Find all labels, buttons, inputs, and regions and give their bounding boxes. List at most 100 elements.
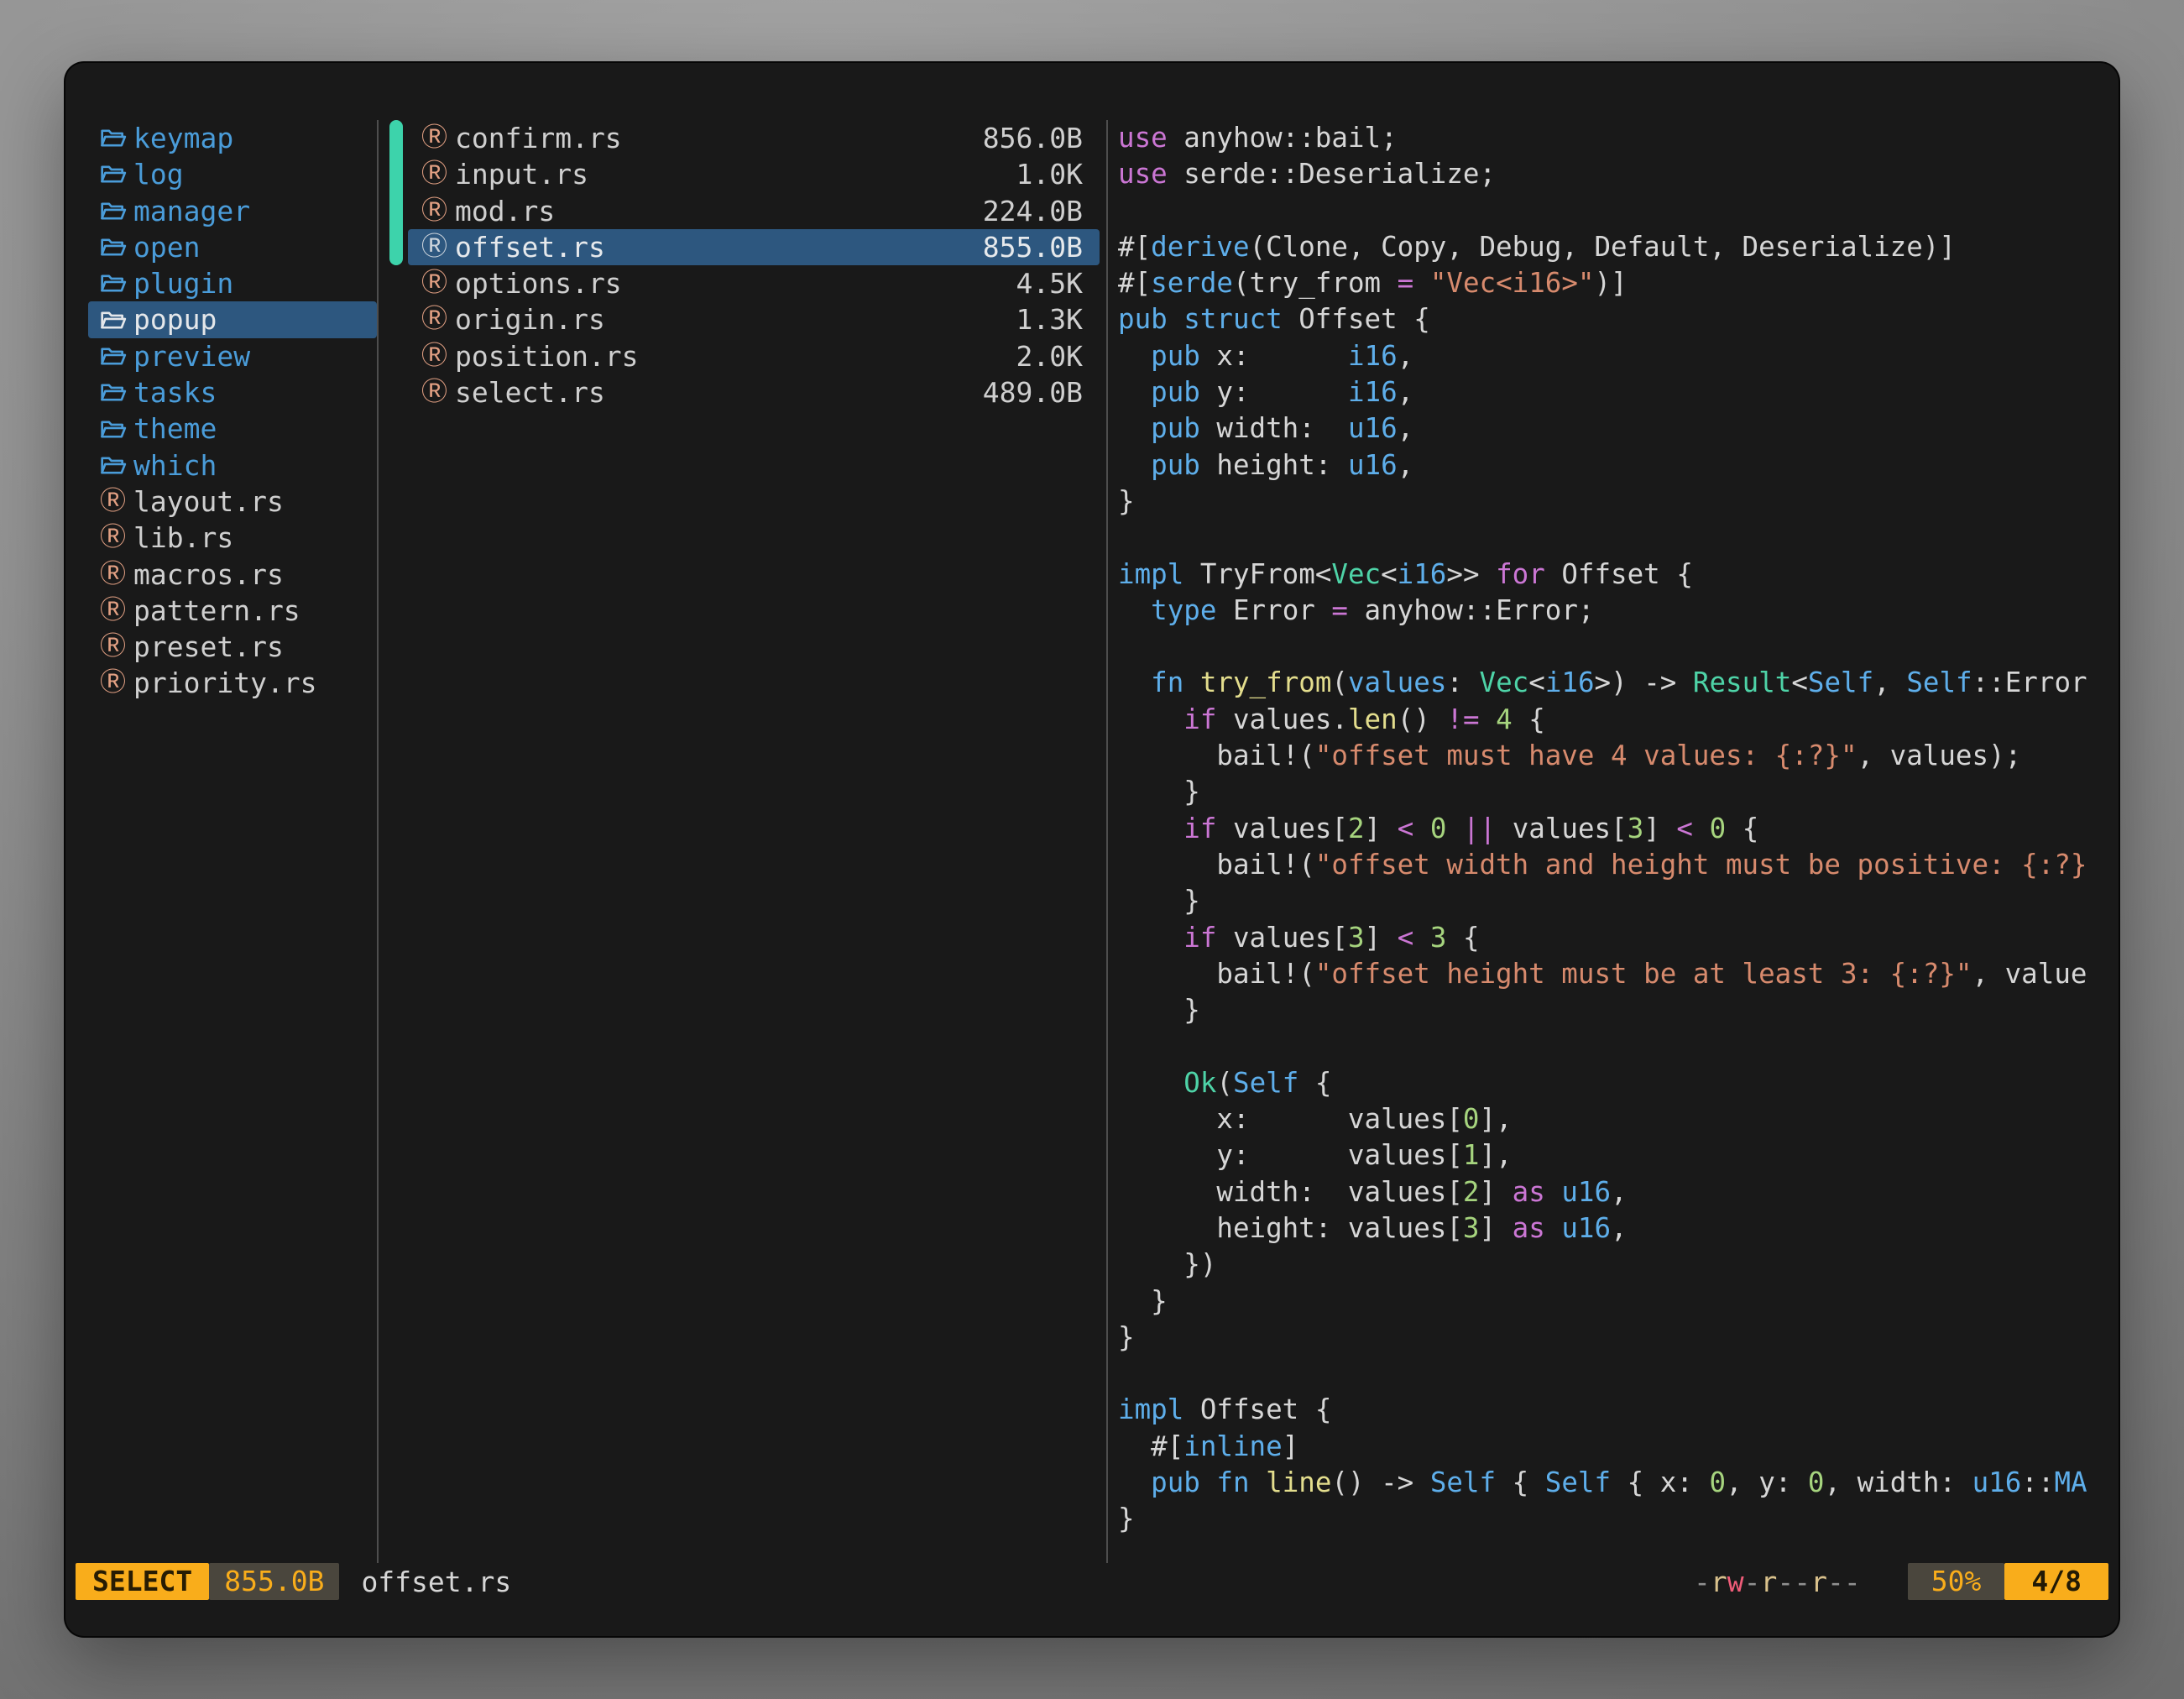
rust-file-icon: Ⓡ: [100, 557, 133, 593]
sidebar-item-macros-rs[interactable]: Ⓡmacros.rs: [88, 557, 377, 593]
code-preview-pane: use anyhow::bail;use serde::Deserialize;…: [1118, 120, 2119, 1538]
file-size: 489.0B: [983, 374, 1083, 410]
code-line: pub height: u16,: [1118, 447, 2119, 484]
file-size: 2.0K: [1016, 338, 1083, 374]
scroll-percent-badge: 50%: [1908, 1563, 2005, 1600]
code-line: pub x: i16,: [1118, 338, 2119, 374]
sidebar-item-priority-rs[interactable]: Ⓡpriority.rs: [88, 665, 377, 701]
file-name: options.rs: [455, 265, 1016, 301]
code-line: }: [1118, 1320, 2119, 1356]
sidebar-item-keymap[interactable]: keymap: [88, 120, 377, 156]
sidebar-item-label: keymap: [133, 120, 233, 156]
file-size: 855.0B: [983, 229, 1083, 265]
file-list: Ⓡconfirm.rs856.0BⓇinput.rs1.0KⓇmod.rs224…: [408, 120, 1100, 410]
code-line: impl TryFrom<Vec<i16>> for Offset {: [1118, 557, 2119, 593]
code-line: bail!("offset width and height must be p…: [1118, 847, 2119, 883]
file-name: select.rs: [455, 374, 983, 410]
sidebar-item-log[interactable]: log: [88, 156, 377, 192]
sidebar-item-label: macros.rs: [133, 557, 284, 593]
sidebar-item-label: priority.rs: [133, 665, 317, 701]
code-line: #[serde(try_from = "Vec<i16>")]: [1118, 265, 2119, 301]
rust-file-icon: Ⓡ: [421, 301, 455, 337]
file-row-confirm-rs[interactable]: Ⓡconfirm.rs856.0B: [408, 120, 1100, 156]
code-line: use serde::Deserialize;: [1118, 156, 2119, 192]
code-line: Ok(Self {: [1118, 1065, 2119, 1101]
code-line: bail!("offset height must be at least 3:…: [1118, 956, 2119, 992]
code-line: if values[3] < 3 {: [1118, 920, 2119, 956]
open-folder-icon: [100, 200, 133, 222]
file-row-input-rs[interactable]: Ⓡinput.rs1.0K: [408, 156, 1100, 192]
sidebar-item-which[interactable]: which: [88, 447, 377, 484]
sidebar-item-label: pattern.rs: [133, 593, 300, 629]
sidebar-item-theme[interactable]: theme: [88, 410, 377, 447]
rust-file-icon: Ⓡ: [421, 265, 455, 301]
status-bar: SELECT 855.0B offset.rs -rw-r--r-- 50% 4…: [76, 1563, 2108, 1600]
file-row-origin-rs[interactable]: Ⓡorigin.rs1.3K: [408, 301, 1100, 337]
sidebar-item-layout-rs[interactable]: Ⓡlayout.rs: [88, 484, 377, 520]
pane-divider-right: [1106, 120, 1108, 1563]
code-line: [1118, 1028, 2119, 1064]
file-row-position-rs[interactable]: Ⓡposition.rs2.0K: [408, 338, 1100, 374]
rust-file-icon: Ⓡ: [421, 156, 455, 192]
code-line: [1118, 520, 2119, 556]
file-row-select-rs[interactable]: Ⓡselect.rs489.0B: [408, 374, 1100, 410]
file-size: 1.3K: [1016, 301, 1083, 337]
code-line: [1118, 193, 2119, 229]
status-right-cluster: -rw-r--r-- 50% 4/8: [1694, 1563, 2108, 1600]
code-line: x: values[0],: [1118, 1101, 2119, 1137]
rust-file-icon: Ⓡ: [421, 374, 455, 410]
file-row-mod-rs[interactable]: Ⓡmod.rs224.0B: [408, 193, 1100, 229]
code-line: fn try_from(values: Vec<i16>) -> Result<…: [1118, 665, 2119, 701]
sidebar-item-label: preset.rs: [133, 629, 284, 665]
code-line: [1118, 1356, 2119, 1392]
sidebar-item-label: open: [133, 229, 200, 265]
code-line: }: [1118, 1501, 2119, 1537]
sidebar-item-label: which: [133, 447, 217, 484]
open-folder-icon: [100, 272, 133, 295]
rust-file-icon: Ⓡ: [100, 665, 133, 701]
code-line: pub fn line() -> Self { Self { x: 0, y: …: [1118, 1465, 2119, 1501]
sidebar-item-label: log: [133, 156, 184, 192]
code-line: }): [1118, 1247, 2119, 1283]
sidebar: keymaplogmanageropenpluginpopuppreviewta…: [88, 120, 377, 702]
code-line: }: [1118, 774, 2119, 810]
code-line: }: [1118, 484, 2119, 520]
sidebar-item-preview[interactable]: preview: [88, 338, 377, 374]
file-row-offset-rs[interactable]: Ⓡoffset.rs855.0B: [408, 229, 1100, 265]
code-line: }: [1118, 883, 2119, 919]
code-line: bail!("offset must have 4 values: {:?}",…: [1118, 738, 2119, 774]
file-row-options-rs[interactable]: Ⓡoptions.rs4.5K: [408, 265, 1100, 301]
sidebar-item-label: plugin: [133, 265, 233, 301]
terminal-window: keymaplogmanageropenpluginpopuppreviewta…: [65, 63, 2119, 1636]
sidebar-item-preset-rs[interactable]: Ⓡpreset.rs: [88, 629, 377, 665]
sidebar-item-label: theme: [133, 410, 217, 447]
pane-divider-left: [377, 120, 379, 1563]
open-folder-icon: [100, 236, 133, 259]
sidebar-item-open[interactable]: open: [88, 229, 377, 265]
file-name: mod.rs: [455, 193, 983, 229]
sidebar-item-popup[interactable]: popup: [88, 301, 377, 337]
code-line: type Error = anyhow::Error;: [1118, 593, 2119, 629]
mode-badge: SELECT: [76, 1563, 209, 1600]
file-name: input.rs: [455, 156, 1016, 192]
status-filename: offset.rs: [361, 1566, 511, 1598]
code-line: pub width: u16,: [1118, 410, 2119, 447]
file-name: offset.rs: [455, 229, 983, 265]
code-line: #[inline]: [1118, 1429, 2119, 1465]
code-line: height: values[3] as u16,: [1118, 1210, 2119, 1247]
code-line: }: [1118, 992, 2119, 1028]
sidebar-item-manager[interactable]: manager: [88, 193, 377, 229]
file-size: 856.0B: [983, 120, 1083, 156]
sidebar-item-label: manager: [133, 193, 250, 229]
sidebar-item-lib-rs[interactable]: Ⓡlib.rs: [88, 520, 377, 556]
sidebar-item-tasks[interactable]: tasks: [88, 374, 377, 410]
file-size: 1.0K: [1016, 156, 1083, 192]
rust-file-icon: Ⓡ: [421, 120, 455, 156]
sidebar-item-plugin[interactable]: plugin: [88, 265, 377, 301]
open-folder-icon: [100, 127, 133, 149]
rust-file-icon: Ⓡ: [100, 593, 133, 629]
sidebar-item-pattern-rs[interactable]: Ⓡpattern.rs: [88, 593, 377, 629]
selected-file-size-badge: 855.0B: [209, 1563, 339, 1600]
code-line: [1118, 629, 2119, 665]
rust-file-icon: Ⓡ: [421, 338, 455, 374]
